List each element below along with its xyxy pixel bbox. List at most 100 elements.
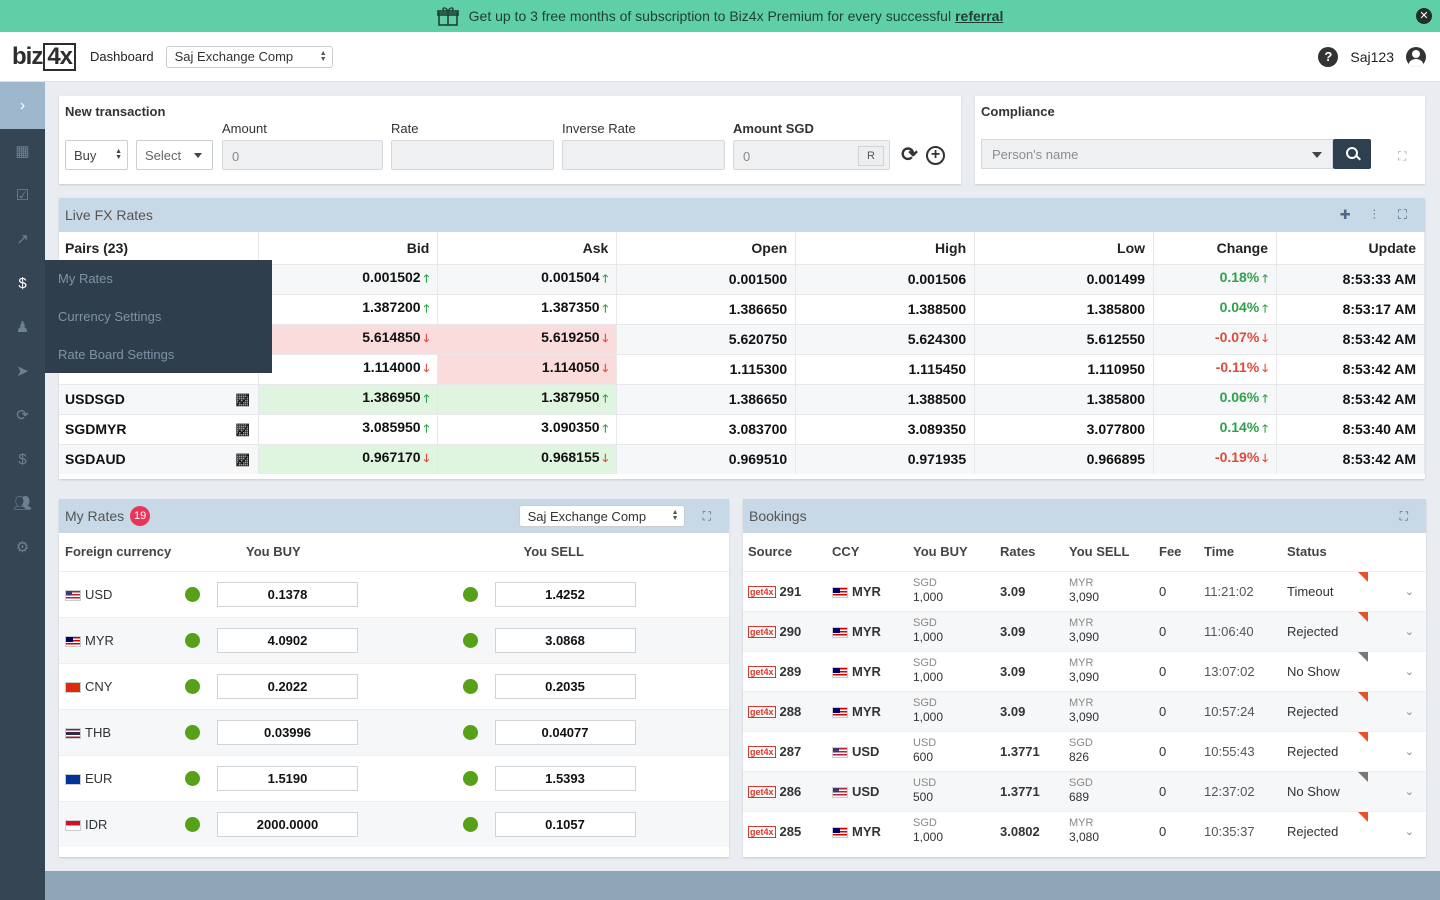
table-row[interactable]: get4x 285 MYR SGD 1,000 3.0802 MYR 3,080 0 10:35:… (743, 810, 1426, 851)
help-icon[interactable]: ? (1318, 46, 1339, 67)
status-dot-icon[interactable] (462, 633, 478, 649)
chevron-down-icon[interactable]: ⌄ (1405, 585, 1414, 598)
chevron-down-icon[interactable]: ⌄ (1405, 745, 1414, 758)
refresh-icon[interactable]: ⟳ (900, 145, 919, 165)
company-select[interactable]: Saj Exchange Comp ▲ ▼ (165, 45, 333, 68)
refresh-icon[interactable]: ⟳ (0, 393, 45, 437)
table-row[interactable]: get4x 289 MYR SGD 1,000 3.09 MYR 3,090 0 13:07:02… (743, 650, 1426, 691)
search-button[interactable] (1333, 139, 1371, 169)
table-row[interactable]: SGDMYR 📈︎ 3.085950 🡑 3.090350 🡑 3.083700 3.0893… (59, 413, 1425, 444)
expand-icon[interactable]: ⛶ (1400, 509, 1408, 524)
expand-icon[interactable]: ⛶ (1398, 207, 1407, 223)
buy-rate-input[interactable]: 0.2022 (217, 673, 358, 699)
chevron-down-icon[interactable]: ⌄ (1405, 625, 1414, 638)
users-icon[interactable]: 👥︎ (0, 481, 45, 525)
status-dot-icon[interactable] (185, 817, 200, 833)
status-dot-icon[interactable] (462, 771, 478, 787)
chart-icon[interactable]: 📈︎ (235, 453, 250, 467)
biz4x-logo[interactable]: biz 4x (12, 42, 77, 71)
user-avatar-icon[interactable] (1406, 46, 1426, 67)
status-dot-icon[interactable] (185, 725, 200, 741)
col-header[interactable]: Status (1282, 533, 1426, 571)
col-header[interactable]: Bid (258, 232, 439, 264)
amount-sgd-input[interactable]: 0R (733, 140, 890, 170)
menu-item-currency-settings[interactable]: Currency Settings (45, 298, 272, 336)
chevron-down-icon[interactable]: ⌄ (1405, 705, 1414, 718)
buy-rate-input[interactable]: 1.5190 (217, 765, 358, 791)
sell-rate-input[interactable]: 3.0868 (494, 627, 636, 653)
close-banner-icon[interactable]: ✕ (1416, 8, 1432, 24)
booking-status: Rejected (1287, 743, 1339, 759)
table-row[interactable]: get4x 290 MYR SGD 1,000 3.09 MYR 3,090 0 11:06:40… (743, 610, 1426, 651)
status-dot-icon[interactable] (462, 679, 478, 695)
status-dot-icon[interactable] (185, 679, 200, 695)
col-header[interactable]: Low (974, 232, 1155, 264)
chart-icon[interactable]: 📈︎ (235, 423, 250, 437)
table-row[interactable]: SGDAUD 📈︎ 0.967170 🡓 0.968155 🡓 0.969510 0.9719… (59, 443, 1425, 474)
dashboard-link[interactable]: Dashboard (90, 49, 154, 64)
user-name[interactable]: Saj123 (1350, 49, 1394, 65)
table-row[interactable]: get4x 287 USD USD 600 1.3771 SGD 826 0 10:55:43 Re… (743, 730, 1426, 771)
table-row[interactable]: USDSGD 📈︎ 1.386950 🡑 1.387950 🡑 1.386650 1.3885… (59, 383, 1425, 414)
sell-rate-input[interactable]: 0.04077 (494, 719, 636, 745)
col-header[interactable]: You SELL (1064, 533, 1154, 571)
sliders-icon[interactable]: ⫶ (1373, 207, 1376, 223)
dollar-icon[interactable]: $ (0, 261, 45, 305)
buy-rate-input[interactable]: 0.1378 (217, 581, 358, 607)
inverse-rate-input[interactable] (562, 140, 725, 170)
dollar-outline-icon[interactable]: $ (0, 437, 45, 481)
col-header[interactable]: Change (1153, 232, 1277, 264)
chevron-down-icon[interactable]: ⌄ (1405, 785, 1414, 798)
amount-input[interactable]: 0 (222, 140, 383, 170)
col-header[interactable]: Ask (437, 232, 618, 264)
sell-rate-input[interactable]: 1.4252 (494, 581, 636, 607)
status-dot-icon[interactable] (185, 633, 200, 649)
status-dot-icon[interactable] (462, 817, 478, 833)
buy-sell-select[interactable]: Buy ▲ ▼ (65, 140, 128, 170)
menu-item-my-rates[interactable]: My Rates (45, 260, 272, 298)
chevron-down-icon[interactable]: ⌄ (1405, 825, 1414, 838)
r-button[interactable]: R (858, 146, 884, 166)
company-select[interactable]: Saj Exchange Comp ▲ ▼ (518, 505, 685, 527)
status-dot-icon[interactable] (462, 725, 478, 741)
sell-rate-input[interactable]: 1.5393 (494, 765, 636, 791)
settings-icon[interactable]: ⚙ (0, 525, 45, 569)
table-row[interactable]: get4x 291 MYR SGD 1,000 3.09 MYR 3,090 0 11:21:02… (743, 570, 1426, 611)
col-header[interactable]: CCY (827, 533, 908, 571)
expand-icon[interactable]: ⛶ (703, 509, 711, 524)
currency-select[interactable]: Select (136, 140, 213, 170)
sell-rate-input[interactable]: 0.2035 (494, 673, 636, 699)
col-header[interactable]: You BUY (908, 533, 995, 571)
buy-rate-input[interactable]: 4.0902 (217, 627, 358, 653)
add-icon[interactable]: ✚ (1340, 207, 1351, 223)
status-dot-icon[interactable] (462, 587, 478, 603)
person-name-select[interactable]: Person's name (981, 139, 1333, 169)
dashboard-icon[interactable]: ▦ (0, 129, 45, 173)
col-header[interactable]: Fee (1154, 533, 1199, 571)
buy-rate-input[interactable]: 0.03996 (217, 719, 358, 745)
user-check-icon[interactable]: ♟ (0, 305, 45, 349)
checklist-icon[interactable]: ☑ (0, 173, 45, 217)
chart-icon[interactable]: 📈︎ (235, 393, 250, 407)
status-dot-icon[interactable] (185, 587, 200, 603)
add-icon[interactable]: + (926, 146, 945, 165)
chevron-down-icon[interactable]: ⌄ (1405, 665, 1414, 678)
sell-rate-input[interactable]: 0.1057 (494, 811, 636, 837)
expand-icon[interactable]: ⛶ (1398, 149, 1410, 163)
status-dot-icon[interactable] (185, 771, 200, 787)
rate-input[interactable] (391, 140, 554, 170)
menu-item-rate-board-settings[interactable]: Rate Board Settings (45, 336, 272, 374)
col-header[interactable]: Rates (995, 533, 1064, 571)
send-icon[interactable]: ➤ (0, 349, 45, 393)
col-header[interactable]: Open (616, 232, 797, 264)
col-header[interactable]: High (795, 232, 976, 264)
buy-rate-input[interactable]: 2000.0000 (217, 811, 358, 837)
sidebar-toggle-icon[interactable]: › (0, 82, 45, 129)
chart-icon[interactable]: ↗ (0, 217, 45, 261)
col-header[interactable]: Time (1199, 533, 1282, 571)
table-row[interactable]: get4x 286 USD USD 500 1.3771 SGD 689 0 12:37:02 No… (743, 770, 1426, 811)
col-header[interactable]: Source (743, 533, 827, 571)
referral-link[interactable]: referral (955, 8, 1003, 24)
table-row[interactable]: get4x 288 MYR SGD 1,000 3.09 MYR 3,090 0 10:57:24… (743, 690, 1426, 731)
col-header[interactable]: Update (1276, 232, 1425, 264)
